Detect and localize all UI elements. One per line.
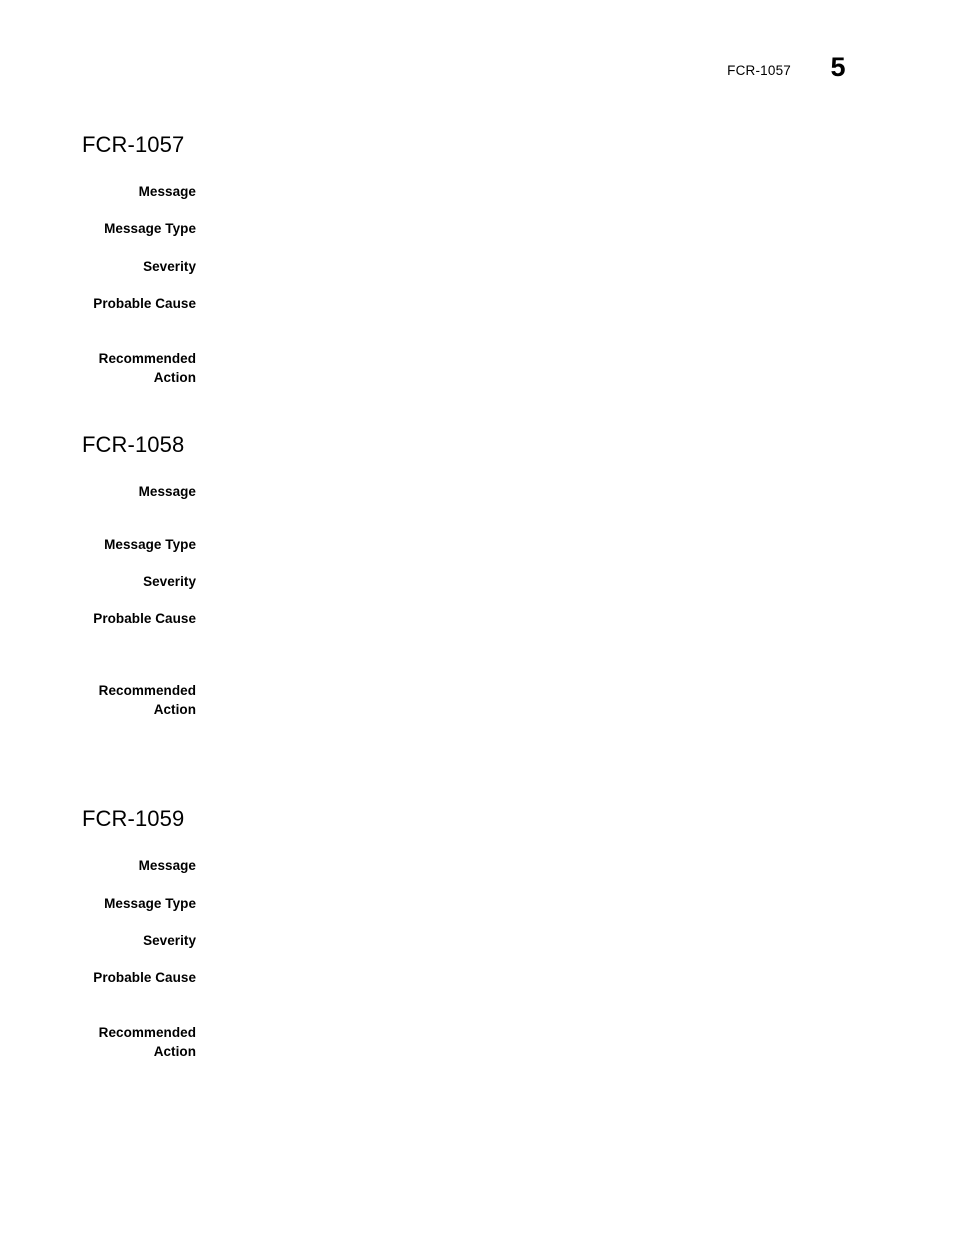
definition-label: Message xyxy=(138,484,196,499)
definition-label: Message xyxy=(138,858,196,873)
definition-label: Message xyxy=(138,184,196,199)
definition-label: Message Type xyxy=(104,537,196,552)
definition-label: Severity xyxy=(143,574,196,589)
definition-label: Recommended Action xyxy=(98,683,196,717)
definition-label: Probable Cause xyxy=(93,970,196,985)
section-heading: FCR-1059 xyxy=(82,806,185,831)
definition-label: Message Type xyxy=(104,221,196,236)
definition-label: Recommended Action xyxy=(98,351,196,385)
definition-label: Probable Cause xyxy=(93,611,196,626)
page-body: FCR-1057 Message Message Type Severity Proba… xyxy=(0,0,954,1235)
definition-label: Message Type xyxy=(104,896,196,911)
section-heading: FCR-1057 xyxy=(82,132,185,157)
definition-label: Probable Cause xyxy=(93,296,196,311)
section-heading: FCR-1058 xyxy=(82,432,185,457)
document-page: FCR-1057 5 FCR-1057 Message Message Type Se… xyxy=(0,0,954,1235)
definition-label: Recommended Action xyxy=(98,1025,196,1059)
definition-label: Severity xyxy=(143,933,196,948)
definition-label: Severity xyxy=(143,259,196,274)
